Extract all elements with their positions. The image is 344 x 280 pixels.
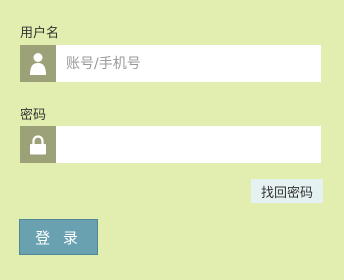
username-label: 用户名: [20, 26, 60, 41]
login-button[interactable]: 登 录: [19, 219, 98, 255]
login-form: 用户名 密码 找回密码 登 录: [0, 0, 344, 280]
username-field: [20, 45, 321, 82]
password-label: 密码: [20, 108, 47, 123]
lock-icon: [20, 126, 56, 163]
forgot-password-button[interactable]: 找回密码: [251, 179, 323, 203]
username-input[interactable]: [56, 45, 321, 82]
password-field: [20, 126, 321, 163]
user-icon: [20, 45, 56, 82]
password-input[interactable]: [56, 126, 321, 163]
